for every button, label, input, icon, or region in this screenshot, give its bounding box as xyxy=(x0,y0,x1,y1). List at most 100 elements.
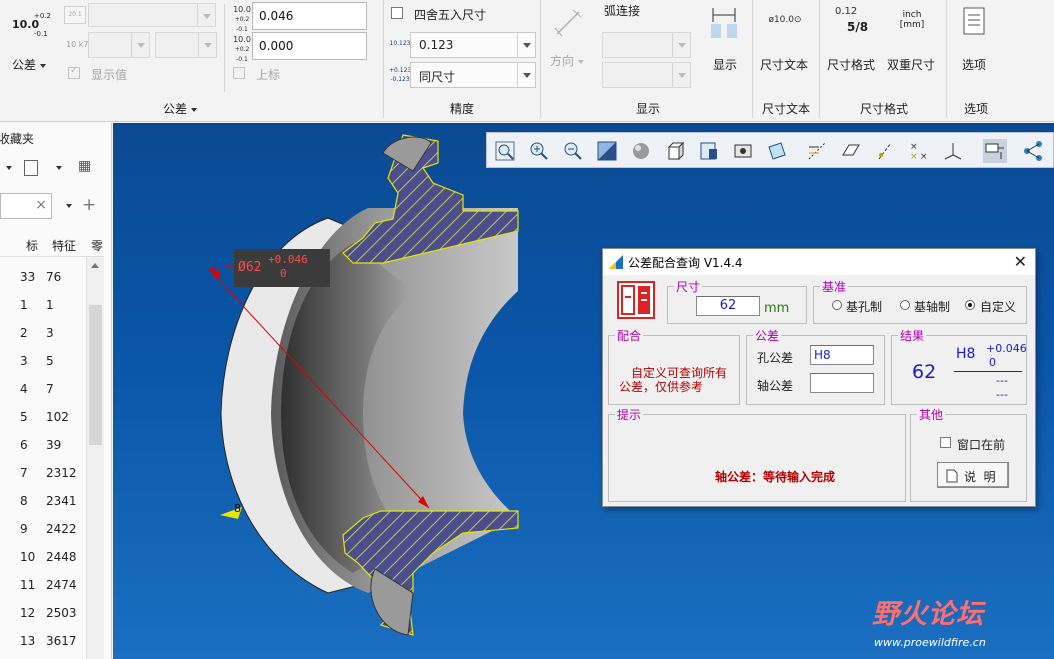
tree-row-index: 8 xyxy=(20,494,28,508)
hole-tolerance-input[interactable]: H8 xyxy=(810,345,874,365)
tolerance-button-label: 公差 xyxy=(12,56,47,73)
upper-tol-icon: 10.0 +0.2 -0.1 xyxy=(233,5,251,33)
precision-group-label: 精度 xyxy=(449,102,474,116)
direction-button[interactable]: 方向 xyxy=(548,4,588,70)
show-label: 显示 xyxy=(713,58,738,72)
zoom-in-icon[interactable] xyxy=(527,139,551,163)
size-legend: 尺寸 xyxy=(674,278,703,295)
zoom-fit-icon[interactable] xyxy=(493,139,517,163)
tree-row-index: 33 xyxy=(20,270,36,284)
tolerance-class-combo-1[interactable] xyxy=(88,32,150,58)
tree-search-input[interactable]: × xyxy=(0,193,52,219)
help-button[interactable]: 说 明 xyxy=(937,462,1009,488)
options-label: 选项 xyxy=(962,58,987,72)
dual-dimension-button[interactable]: inch [mm] 双重尺寸 xyxy=(883,4,941,72)
size-input[interactable]: 62 xyxy=(696,296,760,316)
tree-scrollbar[interactable] xyxy=(86,257,104,659)
tree-settings-icon[interactable] xyxy=(24,160,38,176)
tree-row-feature: 2312 xyxy=(46,466,77,480)
lower-tolerance-input[interactable]: 0.000 xyxy=(252,32,367,60)
separator xyxy=(752,0,753,118)
add-icon[interactable]: + xyxy=(82,195,96,215)
search-dropdown-icon[interactable] xyxy=(66,204,72,208)
shaft-basis-radio[interactable] xyxy=(900,300,910,310)
tree-row-index: 7 xyxy=(20,466,28,480)
point-display-icon[interactable]: ××× xyxy=(907,139,931,163)
perspective-icon[interactable] xyxy=(731,139,755,163)
annotation-display-icon[interactable] xyxy=(983,139,1007,163)
plane-display-icon[interactable] xyxy=(839,139,863,163)
show-value-checkbox[interactable]: ✓ xyxy=(68,65,80,79)
scroll-up-arrow[interactable] xyxy=(91,263,99,268)
hole-basis-label[interactable]: 基孔制 xyxy=(846,298,882,315)
custom-basis-radio[interactable] xyxy=(965,300,975,310)
col-header[interactable]: 标 xyxy=(26,237,38,254)
saved-views-icon[interactable] xyxy=(663,139,687,163)
axis-display-icon[interactable] xyxy=(873,139,897,163)
dialog-title: 公差配合查询 V1.4.4 xyxy=(628,256,743,270)
upper-tolerance-input[interactable]: 0.046 xyxy=(252,2,367,30)
tree-settings-dropdown-icon[interactable] xyxy=(56,166,62,170)
clear-search-icon[interactable]: × xyxy=(35,197,47,213)
display-group-label: 显示 xyxy=(635,102,660,116)
tree-row-feature: 2422 xyxy=(46,522,77,536)
tolerance-button[interactable]: 10.0 +0.2 -0.1 公差 xyxy=(4,4,56,76)
dimension-format-button[interactable]: 0.12 5/8 尺寸格式 xyxy=(823,4,881,72)
zoom-out-icon[interactable] xyxy=(561,139,585,163)
tree-row-feature: 76 xyxy=(46,270,62,284)
tree-filter-icon[interactable]: ▦ xyxy=(78,158,91,174)
shaft-tolerance-input[interactable] xyxy=(810,373,874,393)
result-size: 62 xyxy=(912,361,937,383)
csys-display-icon[interactable] xyxy=(941,139,965,163)
col-header[interactable]: 零 xyxy=(91,237,103,254)
scrollbar-thumb[interactable] xyxy=(89,305,102,445)
arc-combo-2[interactable] xyxy=(602,62,691,88)
show-dimension-icon xyxy=(711,8,737,38)
dialog-titlebar[interactable]: 公差配合查询 V1.4.4 ✕ xyxy=(603,249,1035,275)
topmost-label[interactable]: 窗口在前 xyxy=(957,436,1005,453)
display-style-icon[interactable] xyxy=(629,139,653,163)
diameter-dimension-label[interactable]: Ø62 +0.046 0 xyxy=(234,249,330,287)
view-manager-icon[interactable] xyxy=(697,139,721,163)
datum-display-icon[interactable] xyxy=(805,139,829,163)
options-button[interactable]: 选项 xyxy=(952,4,998,72)
repaint-icon[interactable] xyxy=(595,139,619,163)
topmost-checkbox[interactable] xyxy=(940,437,951,448)
size-unit: mm xyxy=(764,301,790,316)
section-view-icon[interactable] xyxy=(765,139,789,163)
small-dimension-label[interactable]: 8 xyxy=(220,501,250,519)
separator xyxy=(819,0,820,118)
tree-row-feature: 2448 xyxy=(46,550,77,564)
dual-dimension-label: 双重尺寸 xyxy=(887,58,936,72)
col-header[interactable]: 特征 xyxy=(52,237,76,254)
upper-mark-label: 上标 xyxy=(256,68,281,82)
dimension-text-button[interactable]: ø10.0⊙ 尺寸文本 xyxy=(756,4,814,73)
tree-row-feature: 5 xyxy=(46,354,54,368)
spin-center-icon[interactable] xyxy=(1021,139,1045,163)
tolerance-class-combo-2[interactable] xyxy=(155,32,217,58)
favorites-title: 收藏夹 xyxy=(0,132,35,146)
show-button[interactable]: 显示 xyxy=(703,4,747,72)
result-shaft-upper: --- xyxy=(996,374,1008,387)
tolerance-decimal-combo[interactable]: 同尺寸 xyxy=(410,62,536,88)
nominal-combo[interactable] xyxy=(88,3,216,27)
hole-tolerance-label: 孔公差 xyxy=(757,351,794,365)
tree-dropdown-icon[interactable] xyxy=(6,166,12,170)
result-divider xyxy=(954,371,1022,372)
basis-legend: 基准 xyxy=(820,278,849,295)
custom-basis-label[interactable]: 自定义 xyxy=(980,298,1016,315)
result-grade: H8 xyxy=(956,346,976,362)
tree-row-index: 13 xyxy=(20,634,36,648)
result-legend: 结果 xyxy=(898,327,927,344)
tolerance-group-label[interactable]: 公差 xyxy=(150,100,210,117)
tree-row-index: 12 xyxy=(20,606,36,620)
round-dimension-checkbox[interactable] xyxy=(391,7,403,19)
close-icon[interactable]: ✕ xyxy=(1014,252,1027,271)
arc-combo-1[interactable] xyxy=(602,32,691,58)
upper-mark-checkbox[interactable] xyxy=(233,67,245,79)
svg-text:×: × xyxy=(920,152,928,162)
shaft-basis-label[interactable]: 基轴制 xyxy=(914,298,950,315)
other-fieldset: 其他 窗口在前 说 明 xyxy=(910,406,1027,502)
hole-basis-radio[interactable] xyxy=(832,300,842,310)
decimal-places-combo[interactable]: 0.123 xyxy=(410,32,536,58)
